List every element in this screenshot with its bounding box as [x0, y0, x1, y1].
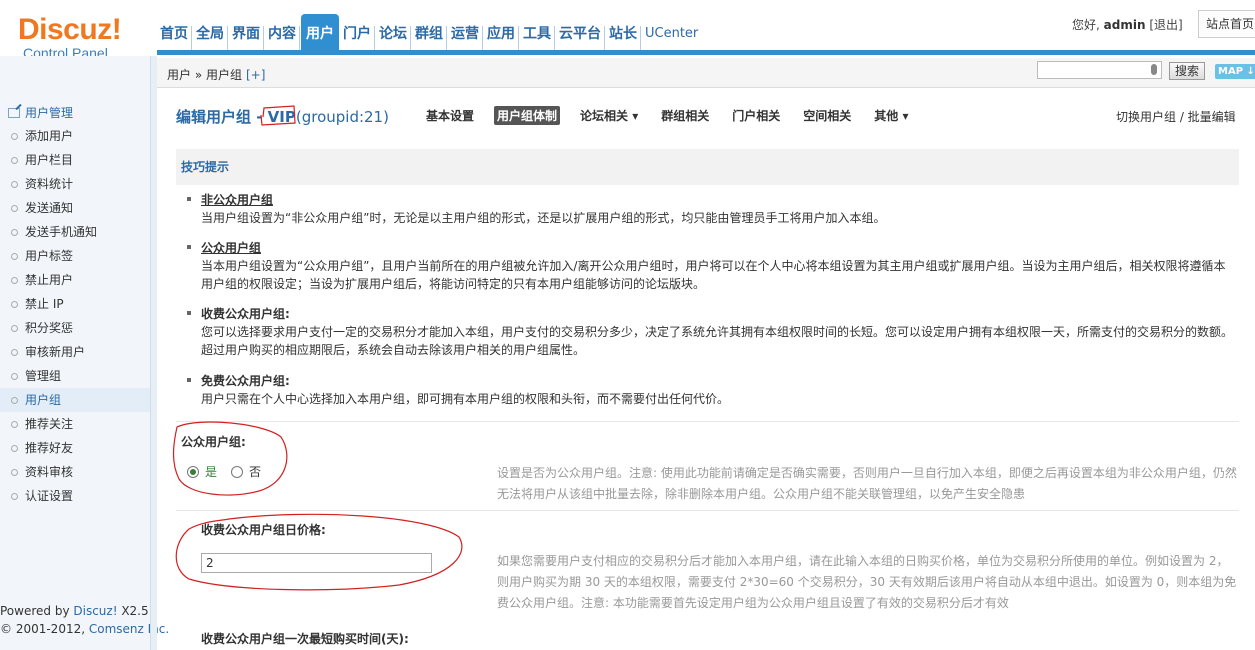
sidebar-item-user-tags[interactable]: 用户标签 — [0, 244, 150, 268]
greeting-text: 您好, — [1072, 18, 1100, 32]
sidebar: 用户管理 添加用户 用户栏目 资料统计 发送通知 发送手机通知 用户标签 禁止用… — [0, 56, 169, 650]
tip-private-group: 非公众用户组 当用户组设置为“非公众用户组”时，无论是以主用户组的形式，还是以扩… — [185, 191, 1235, 227]
sidebar-item-ban-ip[interactable]: 禁止 IP — [0, 292, 150, 316]
divider — [176, 421, 1239, 422]
tip-body: 当用户组设置为“非公众用户组”时，无论是以主用户组的形式，还是以扩展用户组的形式… — [201, 211, 886, 225]
sidebar-item-verify-settings[interactable]: 认证设置 — [0, 484, 150, 508]
breadcrumb-text[interactable]: 用户 » 用户组 — [167, 68, 242, 82]
radio-no-label[interactable]: 否 — [249, 463, 261, 480]
public-group-label: 公众用户组: — [181, 435, 246, 449]
tip-title: 非公众用户组 — [185, 191, 1235, 209]
sidebar-item-credits[interactable]: 积分奖惩 — [0, 316, 150, 340]
sidebar-item-ban-user[interactable]: 禁止用户 — [0, 268, 150, 292]
radio-yes-label[interactable]: 是 — [205, 463, 217, 480]
map-button[interactable]: MAP ↓ — [1215, 64, 1255, 79]
tab-portal[interactable]: 门户相关 — [729, 106, 783, 125]
divider — [176, 510, 1239, 511]
sidebar-item-add-user[interactable]: 添加用户 — [0, 124, 150, 148]
tip-body: 当本用户组设置为“公众用户组”，且用户当前所在的用户组被允许加入/离开公众用户组… — [201, 259, 1226, 291]
tab-other[interactable]: 其他 ▾ — [871, 106, 911, 125]
sidebar-divider[interactable] — [150, 56, 157, 650]
page-title: 编辑用户组 - VIP(groupid:21) — [176, 106, 389, 127]
add-shortcut-link[interactable]: [+] — [246, 68, 265, 82]
copyright-prefix: © 2001-2012, — [0, 622, 89, 636]
username: admin — [1103, 18, 1146, 32]
switch-group-link[interactable]: 切换用户组 / 批量编辑 — [1116, 108, 1236, 125]
breadcrumb: 用户 » 用户组 [+] — [167, 66, 265, 83]
sidebar-item-user-fields[interactable]: 用户栏目 — [0, 148, 150, 172]
radio-yes[interactable] — [187, 465, 199, 478]
header: Discuz! Control Panel 首页 全局 界面 内容 用户 门户 … — [0, 0, 1255, 60]
tab-bar: 基本设置 用户组体制 论坛相关 ▾ 群组相关 门户相关 空间相关 其他 ▾ — [423, 106, 928, 125]
top-nav: 首页 全局 界面 内容 用户 门户 论坛 群组 运营 应用 工具 云平台 站长 … — [157, 12, 702, 54]
radio-no[interactable] — [231, 465, 244, 478]
user-info: 您好, admin [退出] — [1072, 16, 1183, 33]
sidebar-item-profile-review[interactable]: 资料审核 — [0, 460, 150, 484]
public-group-tip: 设置是否为公众用户组。注意: 使用此功能前请确定是否确实需要，否则用户一旦自行加… — [497, 466, 1237, 501]
sidebar-menu: 添加用户 用户栏目 资料统计 发送通知 发送手机通知 用户标签 禁止用户 禁止 … — [0, 124, 150, 508]
main-content: 编辑用户组 - VIP(groupid:21) 基本设置 用户组体制 论坛相关 … — [157, 89, 1255, 650]
logo[interactable]: Discuz! Control Panel — [18, 13, 122, 61]
tab-group[interactable]: 群组相关 — [658, 106, 712, 125]
sidebar-item-user-groups[interactable]: 用户组 — [0, 388, 150, 412]
group-name: VIP — [267, 108, 296, 126]
sub-bar: 用户 » 用户组 [+] 搜索 MAP ↓ — [157, 58, 1255, 88]
tip-body: 您可以选择要求用户支付一定的交易积分才能加入本组，用户支付的交易积分多少，决定了… — [201, 325, 1234, 357]
logout-link[interactable]: [退出] — [1149, 18, 1182, 32]
tab-space[interactable]: 空间相关 — [800, 106, 854, 125]
annotation-public-circle — [172, 421, 288, 496]
sidebar-item-send-notice[interactable]: 发送通知 — [0, 196, 150, 220]
sidebar-item-send-sms[interactable]: 发送手机通知 — [0, 220, 150, 244]
sidebar-title[interactable]: 用户管理 — [8, 104, 73, 121]
tip-public-group: 公众用户组 当本用户组设置为“公众用户组”，且用户当前所在的用户组被允许加入/离… — [185, 239, 1235, 293]
microphone-icon[interactable] — [1151, 64, 1157, 75]
logo-main-text: Discuz! — [18, 13, 122, 46]
site-home-select[interactable]: 站点首页 — [1198, 10, 1255, 38]
sidebar-item-recommend-follow[interactable]: 推荐关注 — [0, 412, 150, 436]
tab-forum[interactable]: 论坛相关 ▾ — [577, 106, 641, 125]
powered-by: Powered by Discuz! X2.5 © 2001-2012, Com… — [0, 602, 169, 638]
group-id: (groupid:21) — [295, 108, 389, 126]
tip-title: 免费公众用户组: — [185, 372, 1235, 390]
daily-price-input[interactable]: 2 — [201, 553, 432, 573]
nav-underline-bar — [157, 50, 1255, 55]
sidebar-item-moderate-users[interactable]: 审核新用户 — [0, 340, 150, 364]
sidebar-item-recommend-friends[interactable]: 推荐好友 — [0, 436, 150, 460]
tip-free-group: 免费公众用户组: 用户只需在个人中心选择加入本用户组，即可拥有本用户组的权限和头… — [185, 372, 1235, 408]
min-days-label: 收费公众用户组一次最短购买时间(天): — [201, 632, 409, 646]
powered-prefix: Powered by — [0, 604, 74, 618]
tab-group-system[interactable]: 用户组体制 — [494, 106, 561, 125]
tip-paid-group: 收费公众用户组: 您可以选择要求用户支付一定的交易积分才能加入本组，用户支付的交… — [185, 305, 1235, 359]
tab-basic[interactable]: 基本设置 — [423, 106, 477, 125]
nav-user[interactable]: 用户 — [301, 14, 339, 54]
page-title-prefix: 编辑用户组 - — [176, 108, 268, 126]
powered-brand-link[interactable]: Discuz! — [73, 604, 117, 618]
public-group-radio: 是 否 — [187, 463, 261, 480]
search-button[interactable]: 搜索 — [1169, 62, 1205, 80]
edit-icon — [8, 107, 20, 118]
powered-version: X2.5 — [117, 604, 149, 618]
daily-price-label: 收费公众用户组日价格: — [201, 523, 326, 537]
search-input[interactable] — [1037, 61, 1162, 79]
sidebar-item-profile-stats[interactable]: 资料统计 — [0, 172, 150, 196]
sidebar-item-admin-groups[interactable]: 管理组 — [0, 364, 150, 388]
daily-price-tip: 如果您需要用户支付相应的交易积分后才能加入本用户组，请在此输入本组的日购买价格，… — [497, 554, 1237, 610]
tip-title: 收费公众用户组: — [185, 305, 1235, 323]
tip-title: 公众用户组 — [185, 239, 1235, 257]
tips-header: 技巧提示 — [176, 149, 1239, 185]
tip-body: 用户只需在个人中心选择加入本用户组，即可拥有本用户组的权限和头衔，而不需要付出任… — [201, 392, 730, 406]
sidebar-title-text: 用户管理 — [25, 106, 74, 120]
